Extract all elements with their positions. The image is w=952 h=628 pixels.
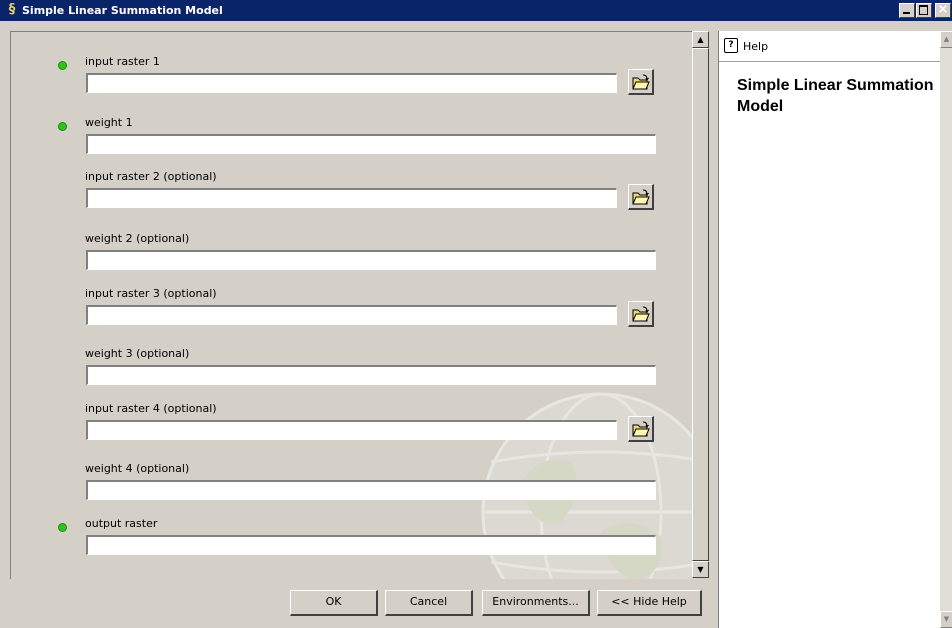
tool-dialog-window: § Simple Linear Summation Model × input …	[0, 0, 952, 628]
parameter-form: input raster 1 weight 1 input raster 2 (op…	[10, 31, 693, 579]
input-raster-3-label: input raster 3 (optional)	[85, 287, 217, 300]
minimize-icon	[903, 12, 910, 14]
help-scroll-down-button[interactable]: ▼	[940, 611, 952, 628]
weight-3-input[interactable]	[86, 365, 656, 385]
help-tab-label: Help	[743, 40, 769, 53]
close-button[interactable]: ×	[935, 2, 951, 18]
help-scrollbar[interactable]: ▲ ▼	[940, 31, 952, 628]
maximize-icon	[919, 5, 928, 15]
scroll-thumb[interactable]	[692, 48, 709, 561]
required-indicator	[58, 122, 67, 131]
weight-2-input[interactable]	[86, 250, 656, 270]
input-raster-2-label: input raster 2 (optional)	[85, 170, 217, 183]
input-raster-1-input[interactable]	[86, 73, 617, 93]
weight-4-label: weight 4 (optional)	[85, 462, 190, 475]
output-raster-label: output raster	[85, 517, 158, 530]
input-raster-3-input[interactable]	[86, 305, 617, 325]
help-scroll-up-button[interactable]: ▲	[940, 31, 952, 48]
weight-3-label: weight 3 (optional)	[85, 347, 190, 360]
arrow-down-icon: ▼	[943, 615, 950, 623]
maximize-button[interactable]	[916, 3, 932, 18]
input-raster-2-input[interactable]	[86, 188, 617, 208]
scroll-up-button[interactable]: ▲	[692, 31, 709, 48]
environments-button[interactable]: Environments...	[482, 590, 590, 616]
input-raster-4-input[interactable]	[86, 420, 617, 440]
input-raster-4-label: input raster 4 (optional)	[85, 402, 217, 415]
open-folder-icon	[632, 306, 650, 322]
output-raster-input[interactable]	[86, 535, 656, 555]
cancel-button[interactable]: Cancel	[385, 590, 473, 616]
required-indicator	[58, 61, 67, 70]
weight-2-label: weight 2 (optional)	[85, 232, 190, 245]
form-scrollbar[interactable]: ▲ ▼	[692, 31, 709, 578]
help-panel: ? Help Simple Linear Summation Model	[718, 31, 941, 628]
weight-1-input[interactable]	[86, 134, 656, 154]
input-raster-1-browse-button[interactable]	[628, 69, 654, 95]
input-raster-2-browse-button[interactable]	[628, 184, 654, 210]
weight-1-label: weight 1	[85, 116, 133, 129]
ok-button[interactable]: OK	[290, 590, 378, 616]
button-bar: OK Cancel Environments... << Hide Help	[10, 579, 709, 628]
window-title: Simple Linear Summation Model	[22, 4, 223, 17]
weight-4-input[interactable]	[86, 480, 656, 500]
scroll-down-button[interactable]: ▼	[692, 561, 709, 578]
title-bar[interactable]: § Simple Linear Summation Model ×	[0, 0, 952, 21]
open-folder-icon	[632, 421, 650, 437]
arrow-down-icon: ▼	[697, 565, 704, 574]
arrow-up-icon: ▲	[943, 35, 950, 43]
help-icon: ?	[724, 38, 738, 53]
input-raster-3-browse-button[interactable]	[628, 301, 654, 327]
help-tab[interactable]: ? Help	[719, 31, 941, 62]
model-tool-icon: §	[8, 2, 16, 17]
open-folder-icon	[632, 189, 650, 205]
arrow-up-icon: ▲	[697, 35, 704, 44]
required-indicator	[58, 523, 67, 532]
close-icon: ×	[937, 2, 949, 17]
help-title: Simple Linear Summation Model	[737, 77, 934, 115]
input-raster-4-browse-button[interactable]	[628, 416, 654, 442]
hide-help-button[interactable]: << Hide Help	[597, 590, 702, 616]
panel-splitter[interactable]	[710, 31, 718, 628]
open-folder-icon	[632, 74, 650, 90]
minimize-button[interactable]	[899, 3, 915, 18]
input-raster-1-label: input raster 1	[85, 55, 160, 68]
